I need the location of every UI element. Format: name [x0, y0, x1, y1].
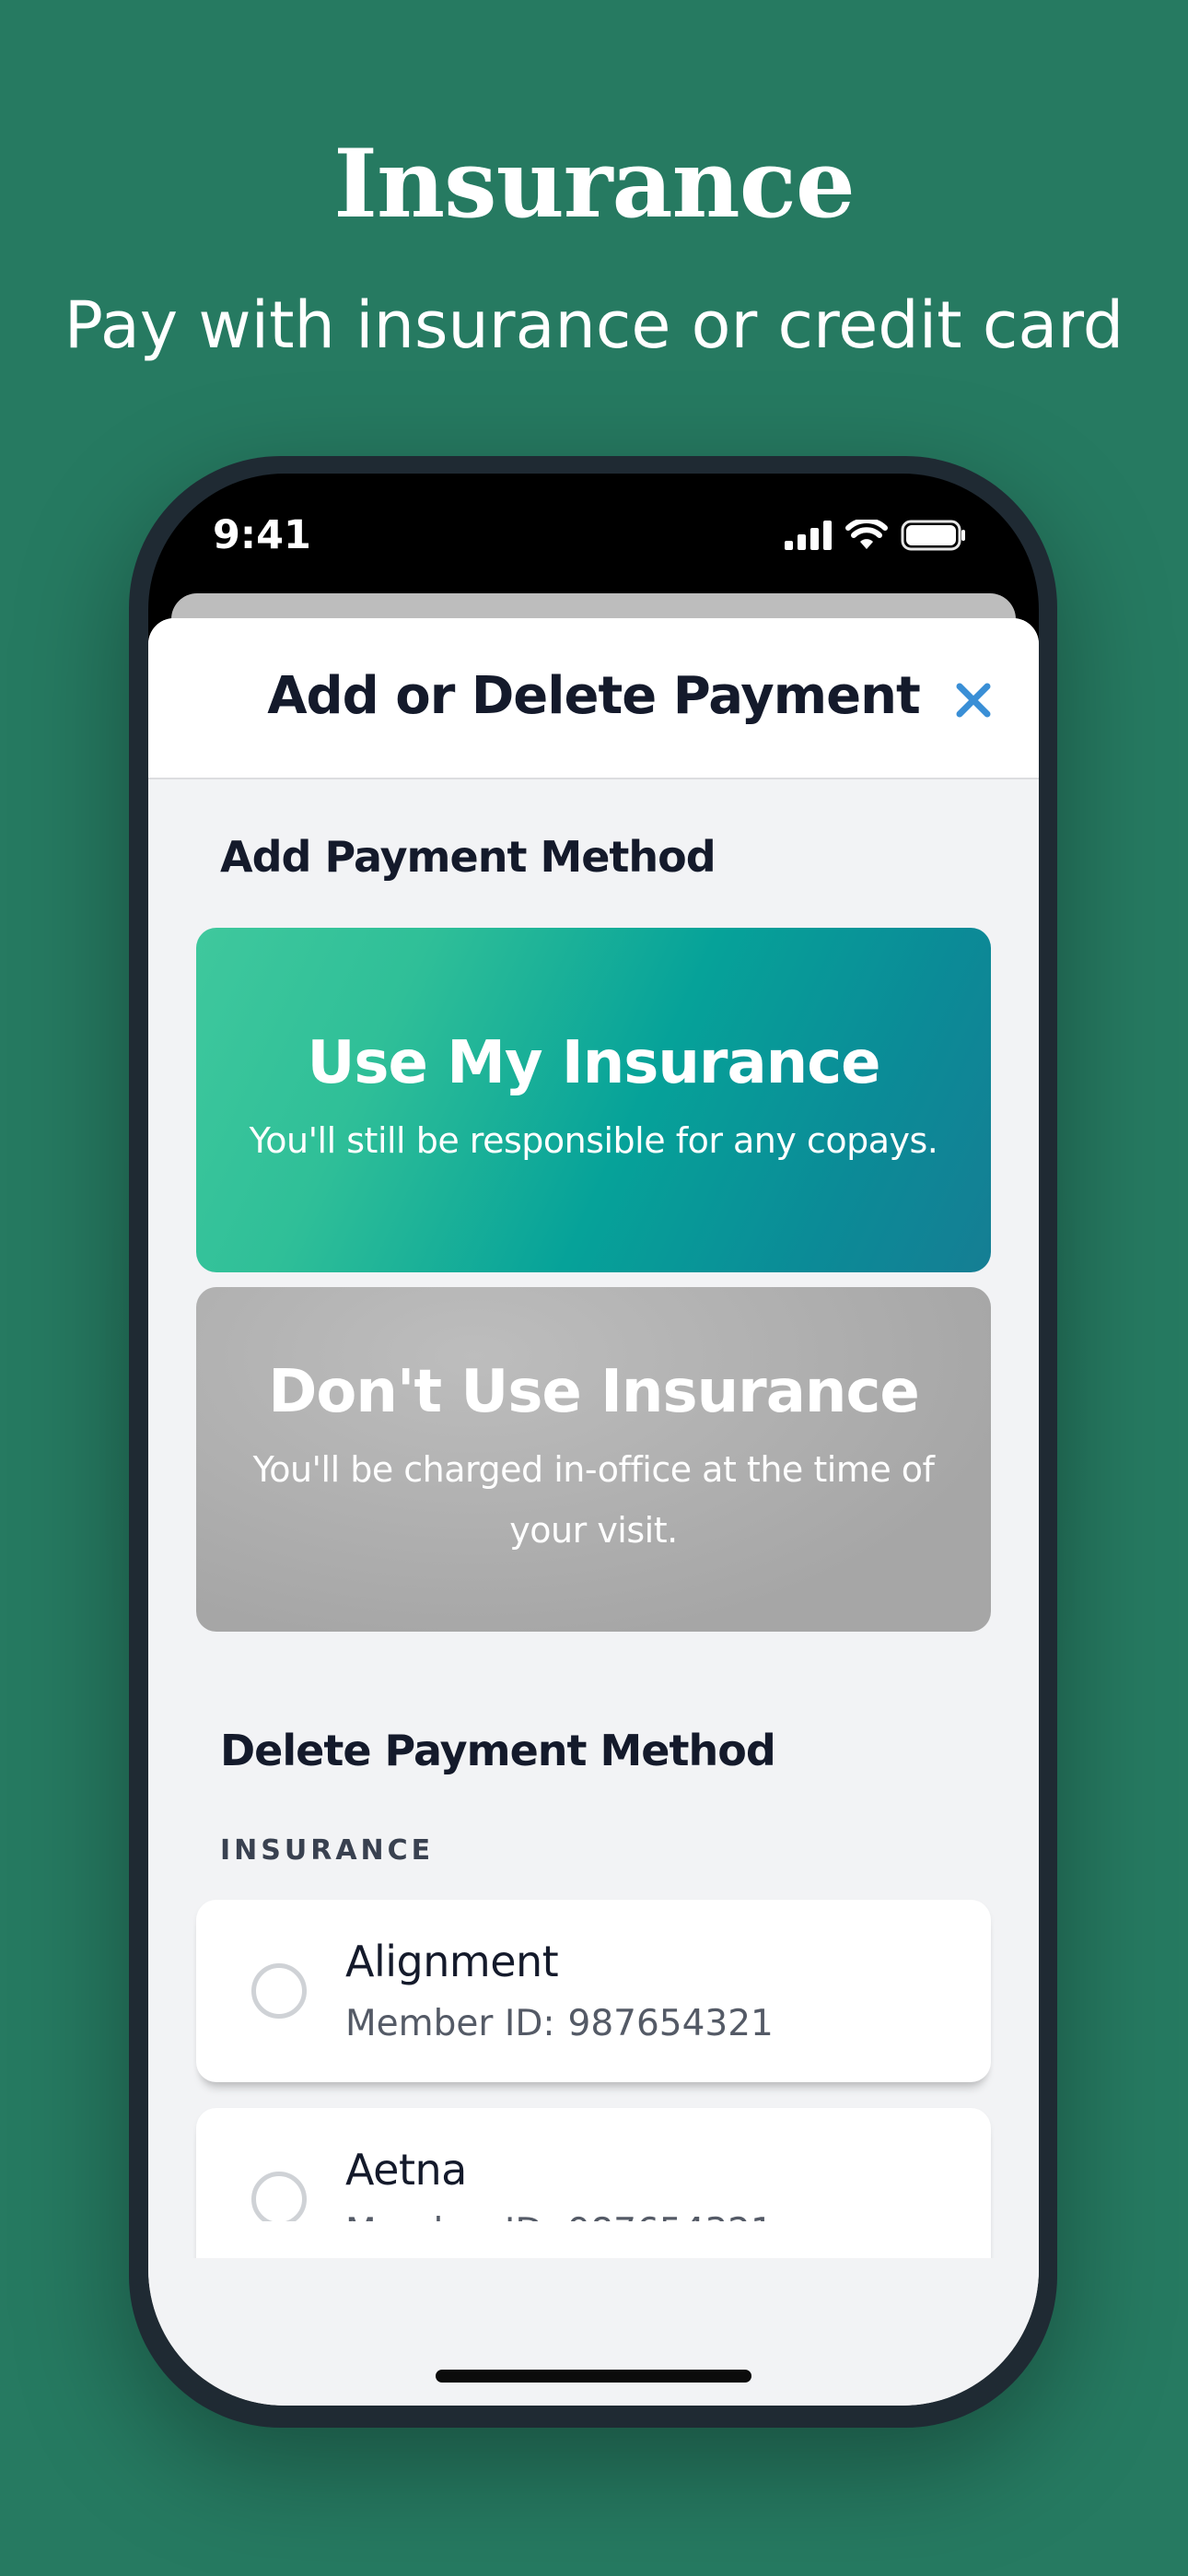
close-button[interactable] [945, 672, 1002, 729]
status-time: 9:41 [213, 512, 311, 558]
battery-icon [901, 520, 965, 551]
add-section-heading: Add Payment Method [220, 832, 716, 882]
list-item [196, 2221, 991, 2258]
member-id-row: Member ID: 987654321 [345, 2003, 774, 2044]
member-id-label: Member ID: [345, 2003, 555, 2044]
dont-use-insurance-button[interactable]: Don't Use Insurance You'll be charged in… [196, 1287, 991, 1632]
list-item[interactable]: Alignment Member ID: 987654321 [196, 1900, 991, 2082]
payment-sheet: Add or Delete Payment Add Payment Method… [148, 618, 1039, 2406]
insurance-name: Aetna [345, 2145, 467, 2195]
hero-title: Insurance [333, 129, 855, 240]
radio-button[interactable] [251, 1963, 307, 2019]
status-icons [785, 520, 967, 551]
sheet-header: Add or Delete Payment [148, 618, 1039, 779]
sheet-footer [148, 2258, 1039, 2406]
hero-subtitle: Pay with insurance or credit card [64, 287, 1124, 363]
dont-use-insurance-description: You'll be charged in-office at the time … [252, 1449, 935, 1551]
insurance-name: Alignment [345, 1937, 559, 1986]
radio-button[interactable] [251, 2172, 307, 2227]
insurance-group-label: INSURANCE [220, 1834, 435, 1867]
dont-use-insurance-title: Don't Use Insurance [268, 1358, 920, 1426]
use-insurance-title: Use My Insurance [307, 1029, 880, 1097]
use-insurance-description: You'll still be responsible for any copa… [249, 1120, 938, 1161]
close-icon [956, 683, 991, 718]
use-insurance-button[interactable]: Use My Insurance You'll still be respons… [196, 928, 991, 1272]
home-indicator[interactable] [436, 2370, 751, 2383]
delete-section-heading: Delete Payment Method [220, 1726, 776, 1775]
wifi-icon [845, 520, 888, 549]
phone-screen: 9:41 Add or Delete Payment Add Payment M… [148, 474, 1039, 2406]
signal-icon [785, 521, 832, 550]
sheet-title: Add or Delete Payment [267, 666, 921, 726]
member-id-value: 987654321 [567, 2003, 774, 2044]
